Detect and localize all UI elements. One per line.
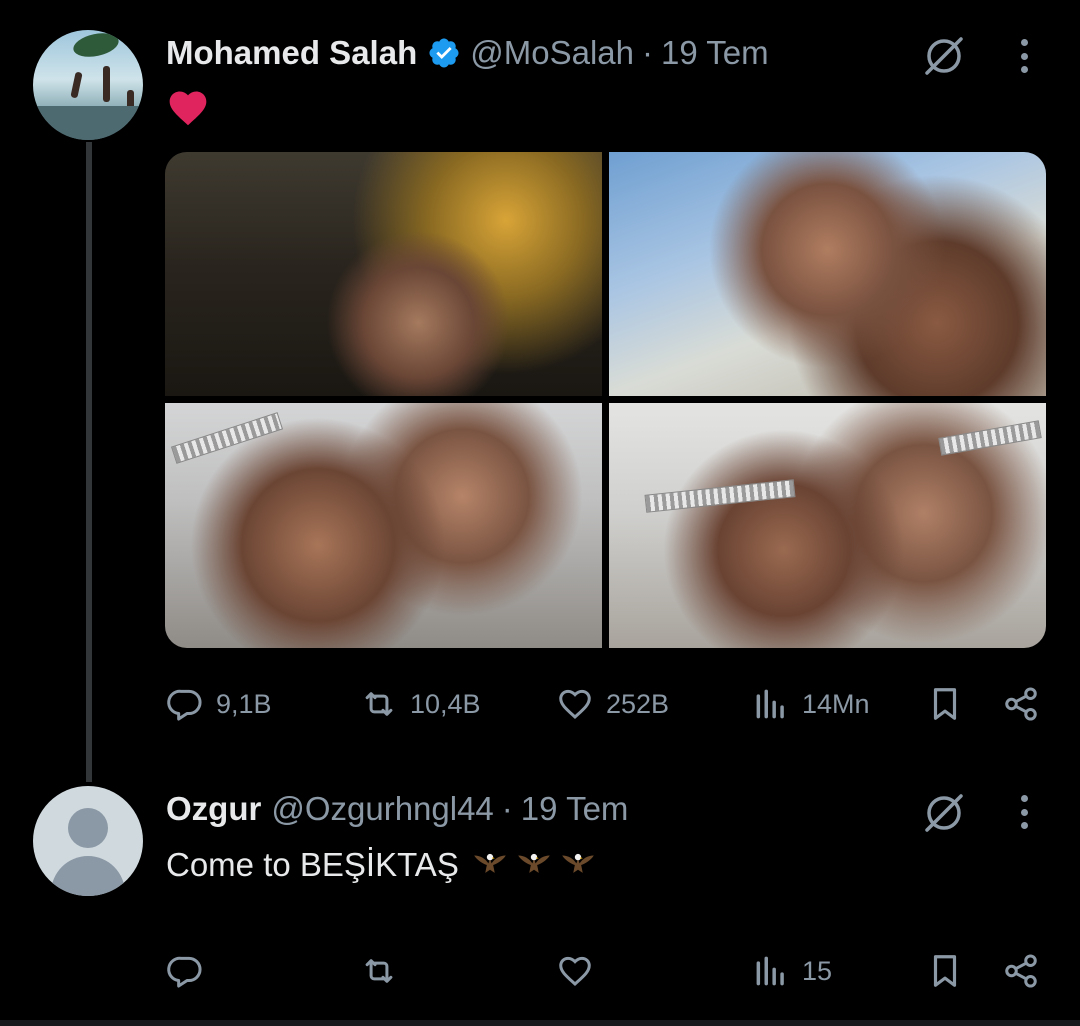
photo-1[interactable] — [165, 152, 602, 396]
reply-body: Come to BEŞİKTAŞ — [166, 844, 597, 886]
photo-2[interactable] — [609, 152, 1046, 396]
views-chart-icon — [756, 956, 784, 986]
reply-button[interactable] — [166, 947, 216, 995]
share-button[interactable] — [1002, 947, 1040, 995]
eagle-emoji — [517, 853, 550, 873]
tweet-date[interactable]: 19 Tem — [661, 34, 769, 72]
retweet-icon — [365, 692, 393, 716]
bookmark-button[interactable] — [926, 680, 964, 728]
author-name[interactable]: Mohamed Salah — [166, 34, 417, 72]
share-icon — [1005, 687, 1037, 721]
photo-grid — [165, 152, 1046, 648]
views-button[interactable]: 14Mn — [752, 680, 870, 728]
more-options-icon[interactable] — [1019, 795, 1029, 829]
views-button[interactable]: 15 — [752, 947, 832, 995]
retweet-button[interactable]: 10,4B — [360, 680, 481, 728]
reply-actions: 15 — [166, 947, 1046, 995]
reply-date[interactable]: 19 Tem — [521, 790, 629, 828]
heart-icon — [559, 689, 591, 720]
like-count: 252B — [606, 688, 670, 719]
reply-icon — [167, 956, 202, 988]
share-icon — [1005, 954, 1037, 988]
reply-text: Come to BEŞİKTAŞ — [166, 846, 459, 883]
retweet-icon — [365, 959, 393, 983]
reply-author-handle[interactable]: @Ozgurhngl44 — [271, 790, 493, 828]
retweet-button[interactable] — [360, 947, 410, 995]
grok-icon[interactable] — [920, 789, 968, 837]
eagle-emoji — [561, 853, 594, 873]
photo-3[interactable] — [165, 403, 602, 648]
divider — [0, 1020, 1080, 1026]
reply-author-name[interactable]: Ozgur — [166, 790, 261, 828]
reply-header: Ozgur @Ozgurhngl44 · 19 Tem — [166, 787, 628, 831]
eagle-emojis — [471, 846, 597, 884]
separator: · — [501, 790, 513, 827]
views-chart-icon — [756, 689, 784, 719]
avatar[interactable] — [33, 30, 143, 140]
reply-count: 9,1B — [216, 688, 272, 719]
reply-button[interactable]: 9,1B — [166, 680, 272, 728]
separator: · — [641, 34, 653, 71]
bookmark-icon — [933, 955, 957, 987]
reply-avatar[interactable] — [33, 786, 143, 896]
photo-4[interactable] — [609, 403, 1046, 648]
retweet-count: 10,4B — [410, 688, 481, 719]
grok-icon[interactable] — [920, 32, 968, 80]
bookmark-button[interactable] — [926, 947, 964, 995]
views-count: 15 — [802, 955, 833, 986]
heart-emoji — [169, 91, 207, 126]
thread-connector-line — [86, 142, 92, 782]
bookmark-icon — [933, 688, 957, 720]
share-button[interactable] — [1002, 680, 1040, 728]
tweet-actions: 9,1B 10,4B 252B 14Mn — [166, 680, 1046, 728]
verified-badge-icon[interactable] — [427, 36, 461, 70]
like-button[interactable]: 252B — [556, 680, 669, 728]
more-options-icon[interactable] — [1019, 39, 1029, 73]
author-handle[interactable]: @MoSalah — [470, 34, 634, 72]
views-count: 14Mn — [802, 688, 870, 719]
reply-icon — [167, 689, 202, 721]
heart-icon — [559, 956, 591, 987]
eagle-emoji — [473, 853, 506, 873]
like-button[interactable] — [556, 947, 606, 995]
tweet-header: Mohamed Salah @MoSalah · 19 Tem — [166, 31, 769, 75]
